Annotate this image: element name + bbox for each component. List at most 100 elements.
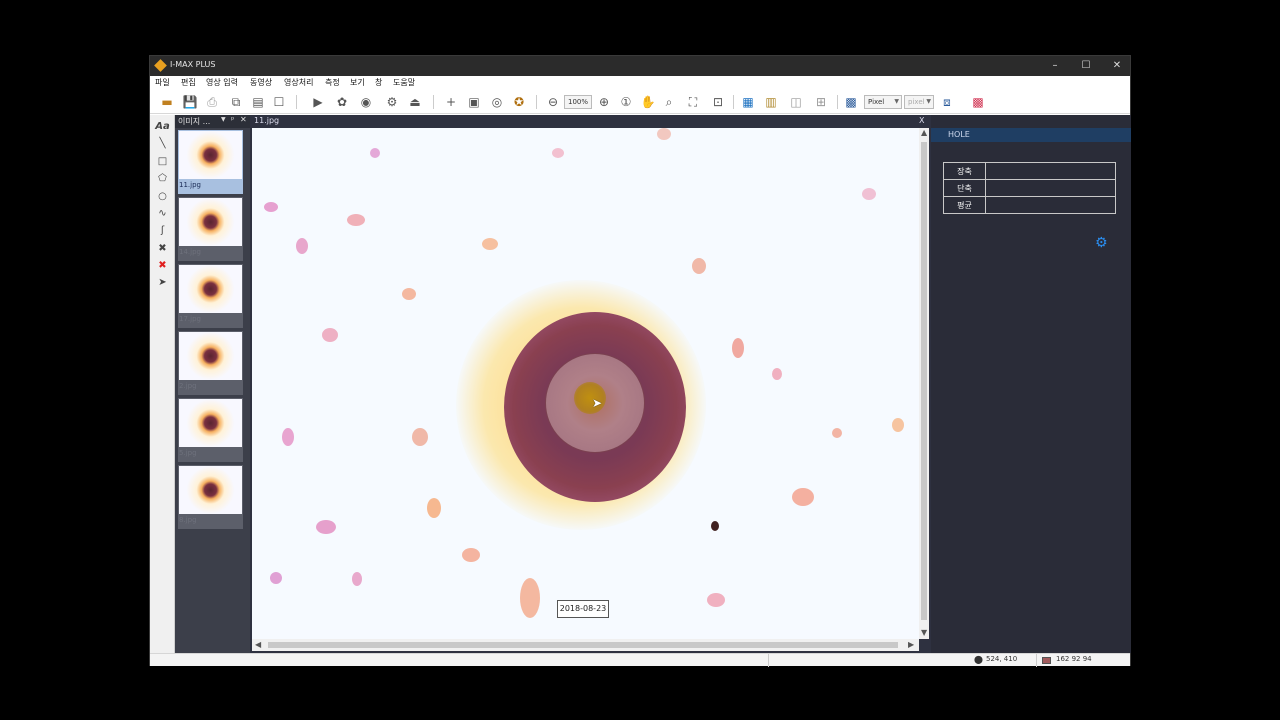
menu-help[interactable]: 도움말 (393, 77, 415, 88)
gear-icon[interactable]: ⚙ (1095, 235, 1108, 251)
text-tool-icon[interactable]: Aa (154, 119, 171, 134)
print-icon[interactable]: ⎙ (204, 94, 220, 110)
menu-measure[interactable]: 측정 (325, 77, 340, 88)
menu-view[interactable]: 보기 (350, 77, 365, 88)
zoom-in-icon[interactable]: ⊕ (596, 94, 612, 110)
thumbnail-item[interactable]: 8.jpg (178, 465, 243, 529)
capture-icon[interactable]: ⏏ (407, 94, 423, 110)
menu-bar: 파일 편집 영상 입력 동영상 영상처리 측정 보기 창 도움말 (150, 76, 1130, 90)
layout-icon[interactable]: ▦ (740, 94, 756, 110)
thumbnail-panel-title: 이미지 ... (178, 117, 211, 126)
unit-select-secondary[interactable]: pixel ▼ (904, 95, 934, 109)
scroll-up-icon[interactable]: ▲ (921, 128, 927, 137)
thumbnail-label: 8.jpg (179, 516, 197, 524)
save-icon[interactable]: 💾 (182, 94, 198, 110)
horizontal-scrollbar[interactable]: ◀ ▶ (252, 639, 919, 651)
menu-file[interactable]: 파일 (155, 77, 170, 88)
image-canvas[interactable]: ➤ 2018-08-23 (252, 128, 919, 639)
maximize-button[interactable]: ☐ (1071, 58, 1101, 74)
record-icon[interactable]: ◉ (358, 94, 374, 110)
menu-image-processing[interactable]: 영상처리 (284, 77, 313, 88)
rectangle-tool-icon[interactable]: □ (154, 154, 171, 169)
polygon-tool-icon[interactable]: ⬠ (154, 171, 171, 186)
scroll-right-icon[interactable]: ▶ (908, 640, 914, 649)
pointer-tool-icon[interactable]: ➤ (154, 275, 171, 290)
toolbar: ▬ 💾 ⎙ ⧉ ▤ ☐ ▶ ✿ ◉ ⚙ ⏏ + ▣ ◎ ✪ ⊖ 100% ⊕ ①… (150, 90, 1130, 114)
row-value (985, 179, 1116, 197)
unit-select[interactable]: Pixel ▼ (864, 95, 902, 109)
measurement-table: 장축 단축 평균 (943, 162, 1116, 214)
curve-tool-icon[interactable]: ʃ (154, 223, 171, 238)
mouse-cursor-icon: ➤ (592, 396, 603, 410)
row-label: 장축 (943, 162, 986, 180)
fit-icon[interactable]: ⛶ (685, 94, 701, 110)
magnifier-icon[interactable]: ⌕ (661, 94, 677, 110)
delete-tool-icon[interactable]: ✖ (154, 241, 171, 256)
thumbnail-image (179, 399, 242, 447)
zoom-out-icon[interactable]: ⊖ (545, 94, 561, 110)
speckle (482, 238, 498, 250)
zoom-reset-icon[interactable]: ① (618, 94, 634, 110)
thumbnail-image (179, 198, 242, 246)
ruler-icon[interactable]: ▩ (843, 94, 859, 110)
paste-icon[interactable]: ▤ (250, 94, 266, 110)
menu-video[interactable]: 동영상 (250, 77, 272, 88)
speckle (892, 418, 904, 432)
menu-edit[interactable]: 편집 (181, 77, 196, 88)
freehand-tool-icon[interactable]: ∿ (154, 206, 171, 221)
close-button[interactable]: ✕ (1102, 58, 1132, 74)
color-palette-icon[interactable]: ▩ (970, 94, 986, 110)
speckle (832, 428, 842, 438)
speckle (792, 488, 814, 506)
thumbnail-panel: 이미지 ... ▼ ᵖ ✕ 11.jpg 14.jpg 17.jpg 2.jpg… (175, 115, 250, 653)
line-tool-icon[interactable]: ╲ (154, 136, 171, 151)
layers-icon[interactable]: ▥ (763, 94, 779, 110)
vertical-scrollbar[interactable]: ▲ ▼ (919, 128, 929, 639)
minimize-button[interactable]: – (1040, 58, 1070, 74)
speckle (370, 148, 380, 158)
aperture-icon[interactable]: ✿ (334, 94, 350, 110)
split-view-icon[interactable]: ◫ (788, 94, 804, 110)
target-icon[interactable]: ◎ (489, 94, 505, 110)
thumbnail-image (179, 131, 242, 179)
title-bar: I-MAX PLUS – ☐ ✕ (150, 56, 1130, 76)
thumbnail-label: 11.jpg (179, 181, 201, 189)
frame-icon[interactable]: ▣ (466, 94, 482, 110)
close-icon[interactable]: ✕ (240, 115, 247, 124)
play-icon[interactable]: ▶ (310, 94, 326, 110)
thumbnail-label: 5.jpg (179, 449, 197, 457)
zoom-level-field[interactable]: 100% (564, 95, 592, 109)
fit-width-icon[interactable]: ⊡ (710, 94, 726, 110)
circle-tool-icon[interactable]: ○ (154, 189, 171, 204)
open-icon[interactable]: ▬ (159, 94, 175, 110)
chevron-down-icon: ▼ (926, 98, 931, 105)
menu-window[interactable]: 창 (375, 77, 382, 88)
calibration-icon[interactable]: ⧈ (939, 94, 955, 110)
status-bar: ⬤ 524, 410 162 92 94 (150, 653, 1130, 667)
thumbnail-item[interactable]: 17.jpg (178, 264, 243, 328)
thumbnail-item[interactable]: 11.jpg (178, 130, 243, 194)
viewer-tab-title[interactable]: 11.jpg (254, 116, 279, 125)
settings-icon[interactable]: ⚙ (384, 94, 400, 110)
menu-image-input[interactable]: 영상 입력 (206, 77, 238, 88)
location-pin-icon: ⬤ (974, 655, 983, 664)
mask-icon[interactable]: ✪ (511, 94, 527, 110)
grid-view-icon[interactable]: ⊞ (813, 94, 829, 110)
viewer-close-icon[interactable]: X (919, 116, 924, 125)
speckle (862, 188, 876, 200)
copy-icon[interactable]: ⧉ (228, 94, 244, 110)
thumbnail-item[interactable]: 14.jpg (178, 197, 243, 261)
hand-icon[interactable]: ✋ (640, 94, 656, 110)
scroll-left-icon[interactable]: ◀ (255, 640, 261, 649)
scroll-down-icon[interactable]: ▼ (921, 628, 927, 637)
pin-icon[interactable]: ᵖ (231, 115, 234, 124)
thumbnail-item[interactable]: 2.jpg (178, 331, 243, 395)
crosshair-icon[interactable]: + (443, 94, 459, 110)
blank-icon[interactable]: ☐ (271, 94, 287, 110)
scroll-thumb[interactable] (921, 142, 927, 620)
scroll-thumb[interactable] (268, 642, 898, 648)
dropdown-icon[interactable]: ▼ (221, 116, 226, 123)
thumbnail-item[interactable]: 5.jpg (178, 398, 243, 462)
speckle (296, 238, 308, 254)
delete-all-icon[interactable]: ✖ (154, 258, 171, 273)
